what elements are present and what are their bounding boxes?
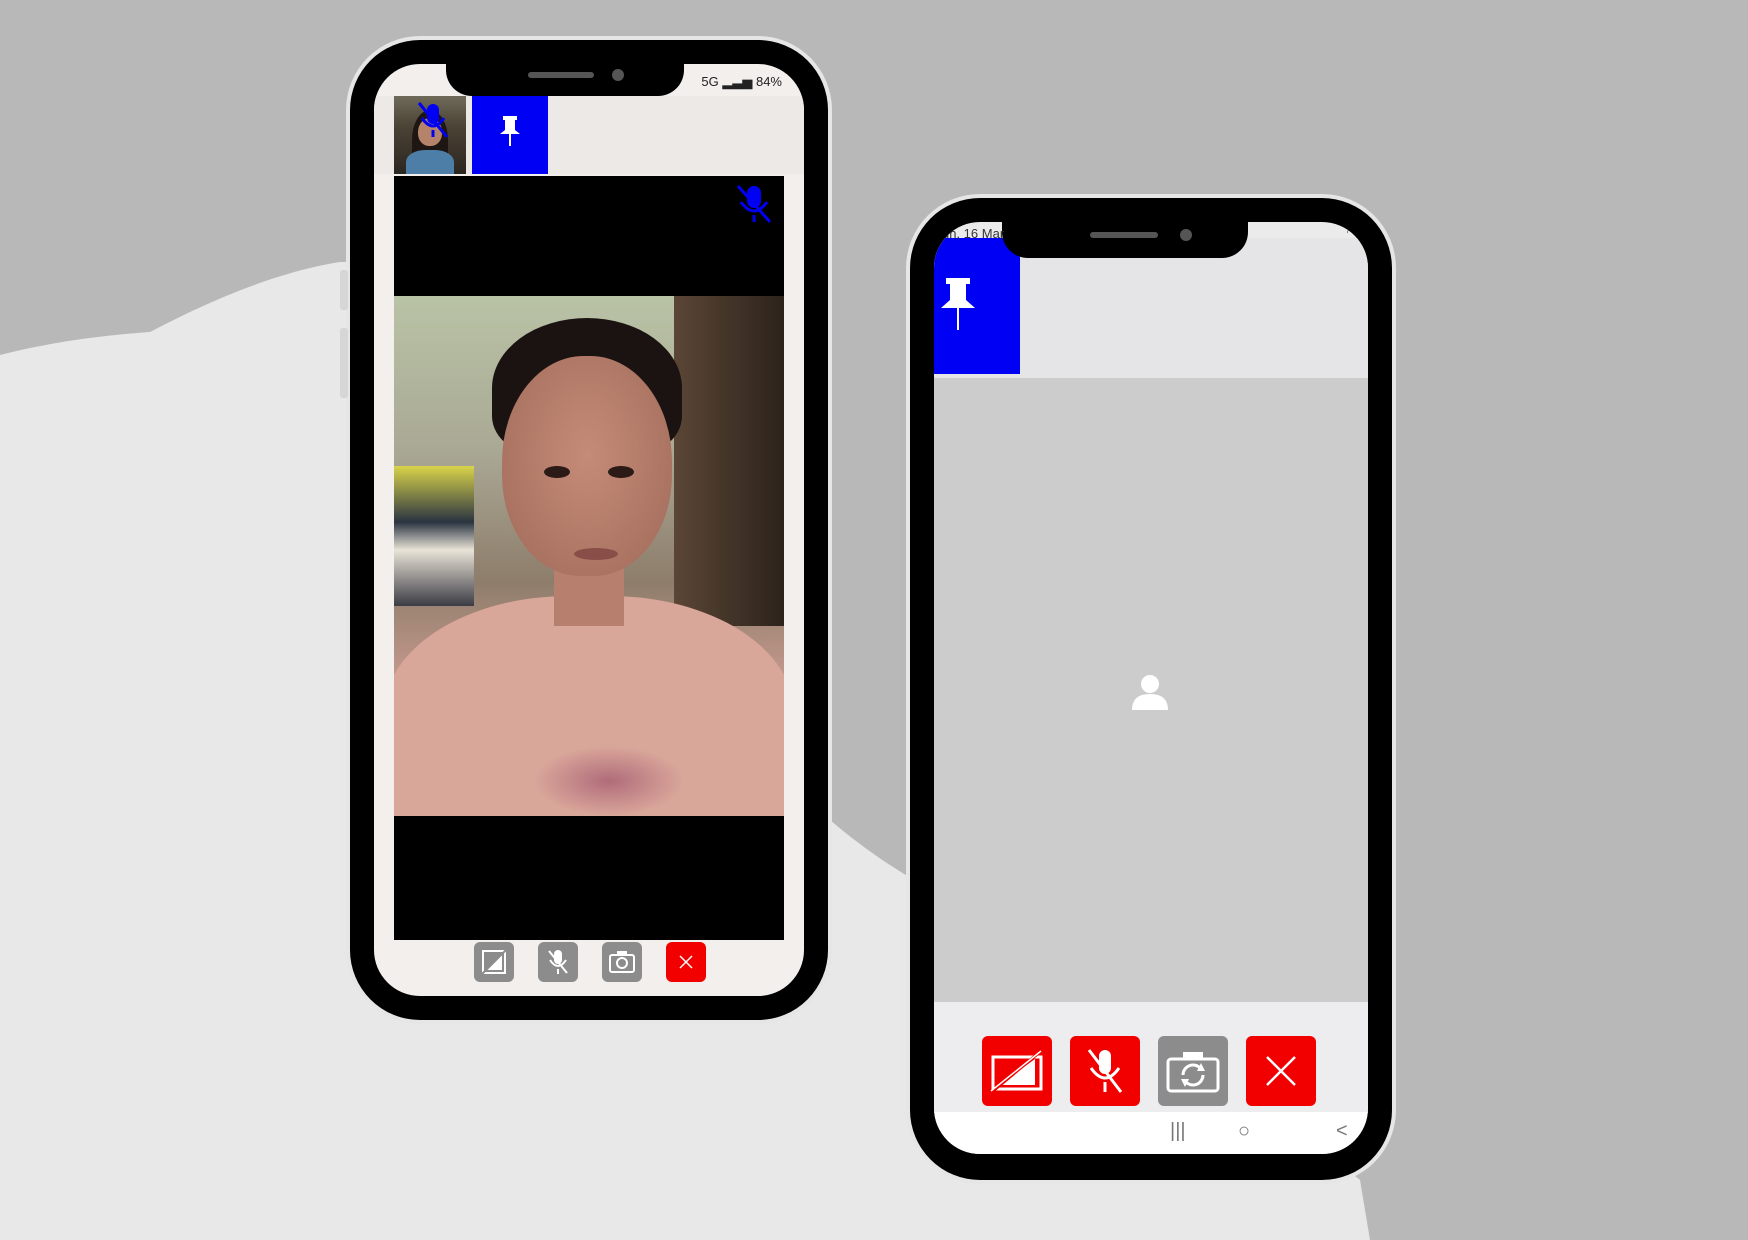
speaker: [528, 72, 594, 78]
wifi-icon: ◠: [1346, 227, 1356, 239]
end-call-button[interactable]: [666, 942, 706, 982]
call-controls: [374, 940, 804, 996]
notch: [446, 40, 684, 96]
thumb-body: [406, 150, 454, 174]
call-controls: [934, 1002, 1368, 1112]
back-icon[interactable]: <: [1336, 1120, 1348, 1143]
status-date: un, 16 Mar: [942, 226, 1005, 241]
notch: [1002, 198, 1248, 258]
recent-apps-icon[interactable]: |||: [1170, 1120, 1186, 1143]
shirt-print: [534, 746, 684, 816]
speaker: [1090, 232, 1158, 238]
status-bar: 5G ▂▃▅ 84%: [701, 74, 782, 90]
remote-video-frame: [394, 296, 784, 816]
camera-off-icon: [481, 949, 507, 975]
end-call-button[interactable]: [1246, 1036, 1316, 1106]
eye-right: [608, 466, 634, 478]
bg-door: [674, 296, 784, 626]
pin-tile[interactable]: [472, 96, 548, 174]
switch-camera-icon: [609, 951, 635, 973]
battery-label: 84%: [755, 74, 782, 89]
switch-camera-button[interactable]: [602, 942, 642, 982]
screen: un, 16 Mar ◠ ||| ○ <: [934, 222, 1368, 1154]
mic-off-icon: [736, 185, 772, 223]
lips: [574, 548, 618, 560]
camera-off-button[interactable]: [982, 1036, 1052, 1106]
switch-camera-icon: [1166, 1052, 1220, 1093]
front-camera: [612, 69, 624, 81]
eye-left: [544, 466, 570, 478]
pin-tile[interactable]: [934, 238, 1020, 374]
pin-icon: [500, 116, 520, 146]
mic-off-button[interactable]: [1070, 1036, 1140, 1106]
camera-off-button[interactable]: [474, 942, 514, 982]
screen: 5G ▂▃▅ 84%: [374, 64, 804, 996]
close-icon: [1266, 1056, 1296, 1086]
mic-off-icon: [417, 102, 449, 138]
close-icon: [679, 955, 693, 969]
switch-camera-button[interactable]: [1158, 1036, 1228, 1106]
network-label: 5G: [701, 74, 719, 89]
local-participant-tile[interactable]: [394, 96, 466, 174]
phone-right: un, 16 Mar ◠ ||| ○ <: [910, 198, 1392, 1180]
home-icon[interactable]: ○: [1238, 1120, 1250, 1143]
front-camera: [1180, 229, 1192, 241]
signal-icon: ▂▃▅: [722, 74, 753, 89]
pin-icon: [941, 278, 975, 330]
main-video: [934, 378, 1368, 1002]
bg-shelf: [394, 466, 474, 606]
face: [502, 356, 672, 576]
mic-off-button[interactable]: [538, 942, 578, 982]
mic-off-icon: [1087, 1049, 1123, 1093]
main-video: [394, 176, 784, 940]
user-icon: [1132, 675, 1168, 710]
android-nav-bar: ||| ○ <: [934, 1112, 1368, 1154]
background-shape: [0, 262, 1370, 1240]
camera-off-icon: [990, 1049, 1043, 1093]
side-button: [340, 328, 348, 398]
side-button: [340, 270, 348, 310]
phone-left: 5G ▂▃▅ 84%: [340, 40, 828, 1020]
mic-off-icon: [548, 950, 568, 974]
